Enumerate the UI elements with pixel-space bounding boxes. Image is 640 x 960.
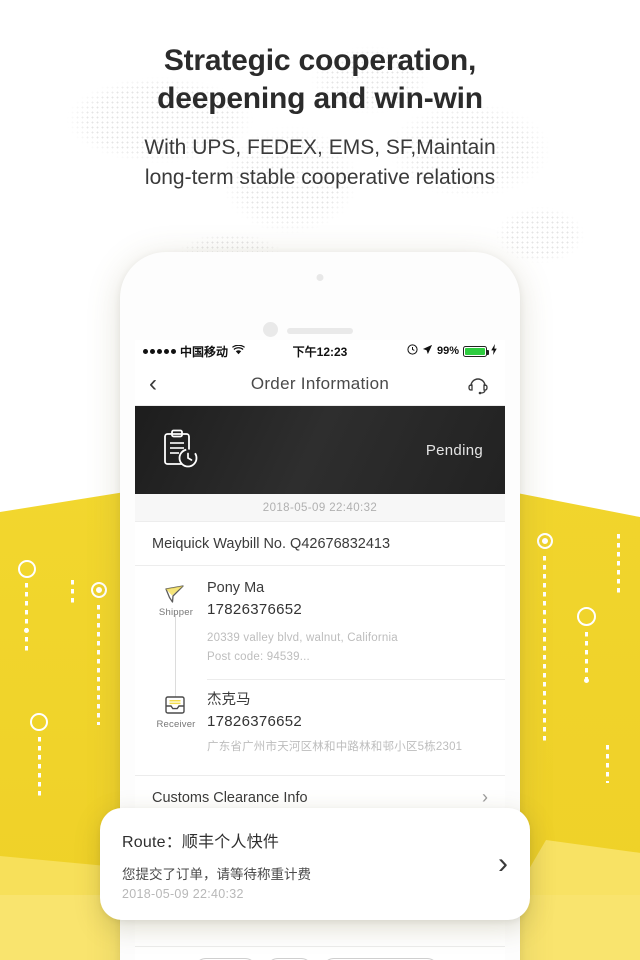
paper-plane-icon	[163, 582, 189, 606]
decor-ring-1	[18, 560, 36, 578]
route-title: Route：顺丰个人快件	[122, 833, 280, 851]
shipper-name: Pony Ma	[207, 580, 265, 596]
receiver-name: 杰克马	[207, 691, 251, 708]
decor-dotted-line-2	[71, 580, 74, 606]
waybill-number-row[interactable]: Meiquick Waybill No. Q42676832413	[135, 522, 505, 566]
decor-ring-2	[91, 582, 107, 598]
decor-dotted-line-7	[585, 632, 588, 680]
hero-text-block: Strategic cooperation, deepening and win…	[0, 42, 640, 194]
decor-dotted-line-1	[25, 583, 28, 651]
ios-status-bar: 中国移动 下午12:23 99%	[135, 340, 505, 362]
signal-dots-icon	[143, 348, 176, 354]
decor-ring-5	[577, 607, 596, 626]
action-toolbar: More Add ID Edit Delivery Voucher	[135, 946, 505, 960]
customer-service-headset-icon[interactable]	[465, 371, 491, 397]
clipboard-clock-icon	[157, 427, 203, 473]
decor-dotted-line-4	[38, 737, 41, 799]
hero-headline-line-2: deepening and win-win	[157, 81, 483, 115]
hero-sub-line-1: With UPS, FEDEX, EMS, SF,Maintain	[144, 136, 496, 159]
location-arrow-icon	[422, 344, 433, 358]
hero-sub-line-2: long-term stable cooperative relations	[144, 166, 496, 190]
chevron-right-icon: ›	[482, 787, 488, 808]
decor-dot-1	[24, 628, 29, 633]
address-block: Shipper Pony Ma 17826376652 20339 valley…	[135, 566, 505, 775]
page-title: Order Information	[250, 373, 390, 393]
decor-dot-2	[584, 678, 589, 683]
route-timestamp: 2018-05-09 22:40:32	[122, 886, 244, 901]
hero-subheadline: With UPS, FEDEX, EMS, SF,Maintain long-t…	[0, 133, 640, 194]
inbox-tray-icon	[163, 694, 189, 718]
decor-dotted-line-3	[97, 605, 100, 725]
route-info-card[interactable]: Route：顺丰个人快件 您提交了订单，请等待称重计费 2018-05-09 2…	[100, 808, 530, 920]
battery-icon	[463, 345, 490, 357]
phone-proximity-sensor	[263, 322, 278, 337]
app-navigation-bar: ‹ Order Information	[135, 362, 505, 406]
order-timestamp: 2018-05-09 22:40:32	[135, 494, 505, 522]
decor-dotted-line-8	[606, 745, 609, 783]
poster-canvas: Strategic cooperation, deepening and win…	[0, 0, 640, 960]
alarm-icon	[407, 344, 418, 358]
customs-clearance-label: Customs Clearance Info	[152, 789, 308, 806]
status-bar-right: 99%	[347, 344, 497, 358]
phone-earpiece-speaker	[287, 328, 353, 334]
status-bar-left: 中国移动	[143, 343, 293, 360]
shipper-icon-column: Shipper	[149, 578, 203, 679]
status-badge: Pending	[425, 441, 483, 459]
status-bar-clock: 下午12:23	[292, 344, 348, 359]
hero-headline-line-1: Strategic cooperation,	[163, 44, 477, 77]
decor-ring-3	[30, 713, 48, 731]
shipper-role-label: Shipper	[158, 607, 194, 618]
decor-dotted-line-6	[617, 534, 620, 596]
phone-front-camera	[316, 274, 324, 281]
shipper-phone: 17826376652	[207, 601, 303, 619]
back-button[interactable]: ‹	[149, 371, 179, 396]
waybill-number-label: Meiquick Waybill No. Q42676832413	[152, 535, 391, 552]
route-card-body: Route：顺丰个人快件 您提交了订单，请等待称重计费 2018-05-09 2…	[122, 828, 488, 901]
shipper-details: Pony Ma 17826376652 20339 valley blvd, w…	[203, 578, 491, 679]
receiver-details: 杰克马 17826376652 广东省广州市天河区林和中路林和邨小区5栋2301	[203, 690, 491, 769]
receiver-phone: 17826376652	[207, 712, 303, 730]
shipper-row[interactable]: Shipper Pony Ma 17826376652 20339 valley…	[135, 578, 505, 679]
receiver-row[interactable]: Receiver 杰克马 17826376652 广东省广州市天河区林和中路林和…	[135, 680, 505, 769]
shipper-postcode: Post code: 94539...	[207, 650, 310, 663]
charging-bolt-icon	[491, 344, 497, 358]
route-subtitle: 您提交了订单，请等待称重计费	[122, 866, 311, 882]
receiver-role-label: Receiver	[156, 718, 196, 730]
hero-headline: Strategic cooperation, deepening and win…	[0, 42, 640, 117]
chevron-right-icon[interactable]: ›	[498, 847, 508, 881]
battery-percent-label: 99%	[436, 345, 460, 357]
decor-ring-4	[537, 533, 553, 549]
carrier-label: 中国移动	[180, 344, 229, 359]
decor-dotted-line-5	[543, 556, 546, 744]
receiver-icon-column: Receiver	[149, 690, 203, 769]
receiver-address: 广东省广州市天河区林和中路林和邨小区5栋2301	[207, 740, 463, 753]
order-status-banner: Pending	[135, 406, 505, 494]
wifi-icon	[232, 344, 245, 358]
shipper-address: 20339 valley blvd, walnut, California	[207, 632, 398, 645]
